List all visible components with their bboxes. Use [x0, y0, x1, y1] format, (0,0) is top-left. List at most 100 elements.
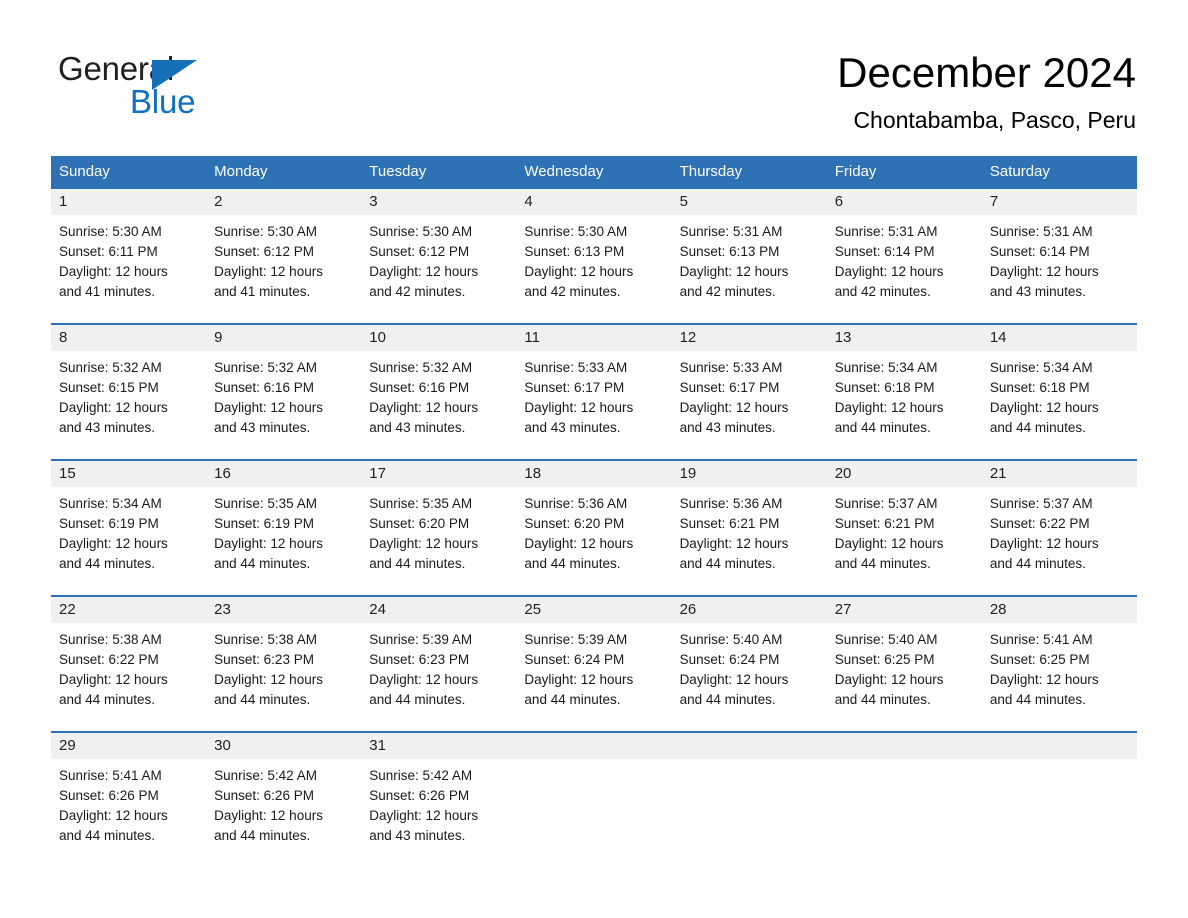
- weekday-header-friday: Friday: [834, 163, 877, 180]
- day-cell[interactable]: 7 Sunrise: 5:31 AM Sunset: 6:14 PM Dayli…: [981, 189, 1137, 312]
- day-cell[interactable]: 17 Sunrise: 5:35 AM Sunset: 6:20 PM Dayl…: [361, 461, 517, 584]
- day-number: 24: [361, 597, 517, 623]
- day-details: Sunrise: 5:35 AM Sunset: 6:19 PM Dayligh…: [206, 487, 361, 584]
- daylight-text-line1: Daylight: 12 hours: [524, 672, 634, 687]
- daylight-text-line1: Daylight: 12 hours: [679, 264, 789, 279]
- day-cell[interactable]: 28 Sunrise: 5:41 AM Sunset: 6:25 PM Dayl…: [981, 597, 1137, 720]
- day-cell[interactable]: 22 Sunrise: 5:38 AM Sunset: 6:22 PM Dayl…: [51, 597, 207, 720]
- daylight-text-line1: Daylight: 12 hours: [524, 400, 634, 415]
- sunset-text: Sunset: 6:22 PM: [59, 652, 159, 667]
- day-details: [827, 759, 982, 844]
- daylight-text-line2: and 43 minutes.: [214, 420, 311, 435]
- daylight-text-line2: and 44 minutes.: [834, 556, 931, 571]
- day-cell[interactable]: 16 Sunrise: 5:35 AM Sunset: 6:19 PM Dayl…: [206, 461, 362, 584]
- day-cell[interactable]: 6 Sunrise: 5:31 AM Sunset: 6:14 PM Dayli…: [826, 189, 982, 312]
- sunset-text: Sunset: 6:21 PM: [679, 516, 780, 531]
- day-cell[interactable]: 21 Sunrise: 5:37 AM Sunset: 6:22 PM Dayl…: [981, 461, 1137, 584]
- day-cell[interactable]: 10 Sunrise: 5:32 AM Sunset: 6:16 PM Dayl…: [361, 325, 517, 448]
- day-cell[interactable]: 9 Sunrise: 5:32 AM Sunset: 6:16 PM Dayli…: [206, 325, 362, 448]
- daylight-text-line2: and 44 minutes.: [679, 692, 776, 707]
- sunrise-text: Sunrise: 5:36 AM: [679, 496, 783, 511]
- daylight-text-line1: Daylight: 12 hours: [369, 808, 479, 823]
- daylight-text-line2: and 43 minutes.: [524, 420, 621, 435]
- day-cell[interactable]: 15 Sunrise: 5:34 AM Sunset: 6:19 PM Dayl…: [51, 461, 207, 584]
- day-cell[interactable]: 1 Sunrise: 5:30 AM Sunset: 6:11 PM Dayli…: [51, 189, 207, 312]
- day-number: 18: [516, 461, 672, 487]
- sunset-text: Sunset: 6:16 PM: [369, 380, 470, 395]
- sunset-text: Sunset: 6:26 PM: [214, 788, 314, 803]
- sunset-text: Sunset: 6:23 PM: [369, 652, 470, 667]
- day-number: 16: [206, 461, 362, 487]
- sunrise-text: Sunrise: 5:39 AM: [369, 632, 473, 647]
- day-details: Sunrise: 5:39 AM Sunset: 6:23 PM Dayligh…: [361, 623, 516, 720]
- day-cell[interactable]: 5 Sunrise: 5:31 AM Sunset: 6:13 PM Dayli…: [671, 189, 827, 312]
- day-cell-empty: [516, 733, 672, 856]
- day-number: 30: [206, 733, 362, 759]
- day-cell[interactable]: 4 Sunrise: 5:30 AM Sunset: 6:13 PM Dayli…: [516, 189, 672, 312]
- day-details: Sunrise: 5:32 AM Sunset: 6:16 PM Dayligh…: [206, 351, 361, 448]
- day-number: 13: [826, 325, 982, 351]
- day-details: Sunrise: 5:31 AM Sunset: 6:14 PM Dayligh…: [982, 215, 1137, 312]
- day-cell[interactable]: 2 Sunrise: 5:30 AM Sunset: 6:12 PM Dayli…: [206, 189, 362, 312]
- day-cell[interactable]: 30 Sunrise: 5:42 AM Sunset: 6:26 PM Dayl…: [206, 733, 362, 856]
- day-details: Sunrise: 5:31 AM Sunset: 6:14 PM Dayligh…: [827, 215, 982, 312]
- sunrise-text: Sunrise: 5:41 AM: [59, 768, 162, 783]
- weekday-header-saturday: Saturday: [989, 163, 1050, 180]
- daylight-text-line2: and 44 minutes.: [524, 556, 621, 571]
- daylight-text-line1: Daylight: 12 hours: [59, 264, 168, 279]
- sunrise-text: Sunrise: 5:30 AM: [524, 224, 628, 239]
- day-cell[interactable]: 31 Sunrise: 5:42 AM Sunset: 6:26 PM Dayl…: [361, 733, 517, 856]
- sunset-text: Sunset: 6:13 PM: [679, 244, 780, 259]
- weekday-header-sunday: Sunday: [59, 163, 110, 180]
- sunrise-text: Sunrise: 5:40 AM: [834, 632, 938, 647]
- daylight-text-line1: Daylight: 12 hours: [214, 808, 323, 823]
- sunset-text: Sunset: 6:20 PM: [369, 516, 470, 531]
- sunrise-text: Sunrise: 5:33 AM: [679, 360, 783, 375]
- sunset-text: Sunset: 6:15 PM: [59, 380, 159, 395]
- day-cell[interactable]: 12 Sunrise: 5:33 AM Sunset: 6:17 PM Dayl…: [671, 325, 827, 448]
- sunset-text: Sunset: 6:25 PM: [989, 652, 1090, 667]
- day-cell[interactable]: 8 Sunrise: 5:32 AM Sunset: 6:15 PM Dayli…: [51, 325, 207, 448]
- day-cell[interactable]: 24 Sunrise: 5:39 AM Sunset: 6:23 PM Dayl…: [361, 597, 517, 720]
- day-number: 7: [981, 189, 1137, 215]
- day-details: [516, 759, 671, 844]
- day-cell[interactable]: 13 Sunrise: 5:34 AM Sunset: 6:18 PM Dayl…: [826, 325, 982, 448]
- daylight-text-line1: Daylight: 12 hours: [214, 400, 323, 415]
- day-details: Sunrise: 5:34 AM Sunset: 6:18 PM Dayligh…: [982, 351, 1137, 448]
- day-number: 25: [516, 597, 672, 623]
- weekday-header-wednesday: Wednesday: [524, 163, 604, 180]
- sunset-text: Sunset: 6:11 PM: [59, 244, 158, 259]
- day-cell[interactable]: 19 Sunrise: 5:36 AM Sunset: 6:21 PM Dayl…: [671, 461, 827, 584]
- day-cell[interactable]: 11 Sunrise: 5:33 AM Sunset: 6:17 PM Dayl…: [516, 325, 672, 448]
- day-cell[interactable]: 29 Sunrise: 5:41 AM Sunset: 6:26 PM Dayl…: [51, 733, 207, 856]
- sunrise-text: Sunrise: 5:42 AM: [214, 768, 317, 783]
- day-cell[interactable]: 14 Sunrise: 5:34 AM Sunset: 6:18 PM Dayl…: [981, 325, 1137, 448]
- sunrise-text: Sunrise: 5:36 AM: [524, 496, 628, 511]
- sunset-text: Sunset: 6:20 PM: [524, 516, 625, 531]
- day-details: Sunrise: 5:35 AM Sunset: 6:20 PM Dayligh…: [361, 487, 516, 584]
- day-number: [826, 733, 982, 759]
- day-details: Sunrise: 5:32 AM Sunset: 6:16 PM Dayligh…: [361, 351, 516, 448]
- day-cell[interactable]: 27 Sunrise: 5:40 AM Sunset: 6:25 PM Dayl…: [826, 597, 982, 720]
- day-number: 17: [361, 461, 517, 487]
- daylight-text-line1: Daylight: 12 hours: [59, 808, 168, 823]
- day-cell[interactable]: 20 Sunrise: 5:37 AM Sunset: 6:21 PM Dayl…: [826, 461, 982, 584]
- day-cell[interactable]: 25 Sunrise: 5:39 AM Sunset: 6:24 PM Dayl…: [516, 597, 672, 720]
- day-cell[interactable]: 3 Sunrise: 5:30 AM Sunset: 6:12 PM Dayli…: [361, 189, 517, 312]
- day-details: Sunrise: 5:41 AM Sunset: 6:25 PM Dayligh…: [982, 623, 1137, 720]
- day-details: Sunrise: 5:41 AM Sunset: 6:26 PM Dayligh…: [51, 759, 206, 856]
- day-cell[interactable]: 18 Sunrise: 5:36 AM Sunset: 6:20 PM Dayl…: [516, 461, 672, 584]
- day-number: 14: [981, 325, 1137, 351]
- day-cell[interactable]: 23 Sunrise: 5:38 AM Sunset: 6:23 PM Dayl…: [206, 597, 362, 720]
- daylight-text-line2: and 44 minutes.: [989, 556, 1086, 571]
- daylight-text-line1: Daylight: 12 hours: [989, 672, 1099, 687]
- daylight-text-line1: Daylight: 12 hours: [834, 400, 944, 415]
- day-number: [671, 733, 827, 759]
- day-cell[interactable]: 26 Sunrise: 5:40 AM Sunset: 6:24 PM Dayl…: [671, 597, 827, 720]
- daylight-text-line2: and 44 minutes.: [369, 692, 466, 707]
- day-number: 8: [51, 325, 207, 351]
- daylight-text-line1: Daylight: 12 hours: [834, 672, 944, 687]
- weekday-header-thursday: Thursday: [679, 163, 743, 180]
- day-details: Sunrise: 5:42 AM Sunset: 6:26 PM Dayligh…: [361, 759, 516, 856]
- day-details: Sunrise: 5:32 AM Sunset: 6:15 PM Dayligh…: [51, 351, 206, 448]
